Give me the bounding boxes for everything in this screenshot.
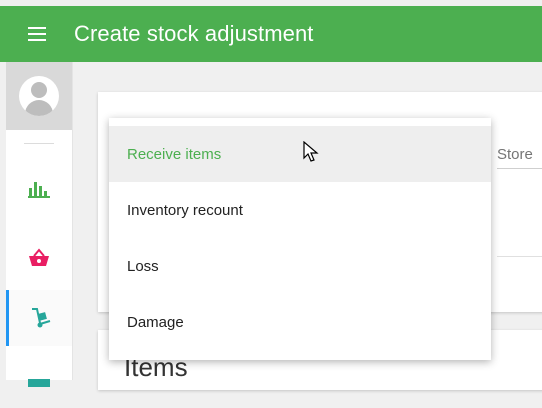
inventory-icon	[28, 379, 50, 387]
mouse-cursor-icon	[303, 141, 319, 162]
option-inventory-recount[interactable]: Inventory recount	[109, 182, 491, 238]
sidebar-item-sales[interactable]	[6, 230, 72, 286]
bar-chart-icon	[28, 182, 50, 198]
avatar-area[interactable]	[6, 62, 72, 130]
option-loss[interactable]: Loss	[109, 238, 491, 294]
option-damage[interactable]: Damage	[109, 294, 491, 350]
field-underline	[497, 256, 542, 257]
basket-icon	[29, 248, 49, 266]
sidebar-item-inventory[interactable]	[6, 290, 72, 346]
option-receive-items[interactable]: Receive items	[109, 126, 491, 182]
page-title: Create stock adjustment	[74, 21, 314, 46]
app-bar: Create stock adjustment	[0, 6, 542, 62]
store-field-underline	[497, 168, 542, 169]
sidebar-item-reports[interactable]	[6, 160, 72, 216]
sidebar	[6, 62, 73, 387]
sidebar-item-stock[interactable]	[6, 352, 72, 408]
hand-truck-icon	[31, 308, 50, 328]
avatar[interactable]	[19, 76, 59, 116]
store-field-label[interactable]: Store	[497, 146, 533, 163]
hamburger-icon[interactable]	[28, 27, 58, 41]
sidebar-divider	[24, 143, 54, 144]
reason-dropdown-menu: Receive items Inventory recount Loss Dam…	[109, 118, 491, 360]
